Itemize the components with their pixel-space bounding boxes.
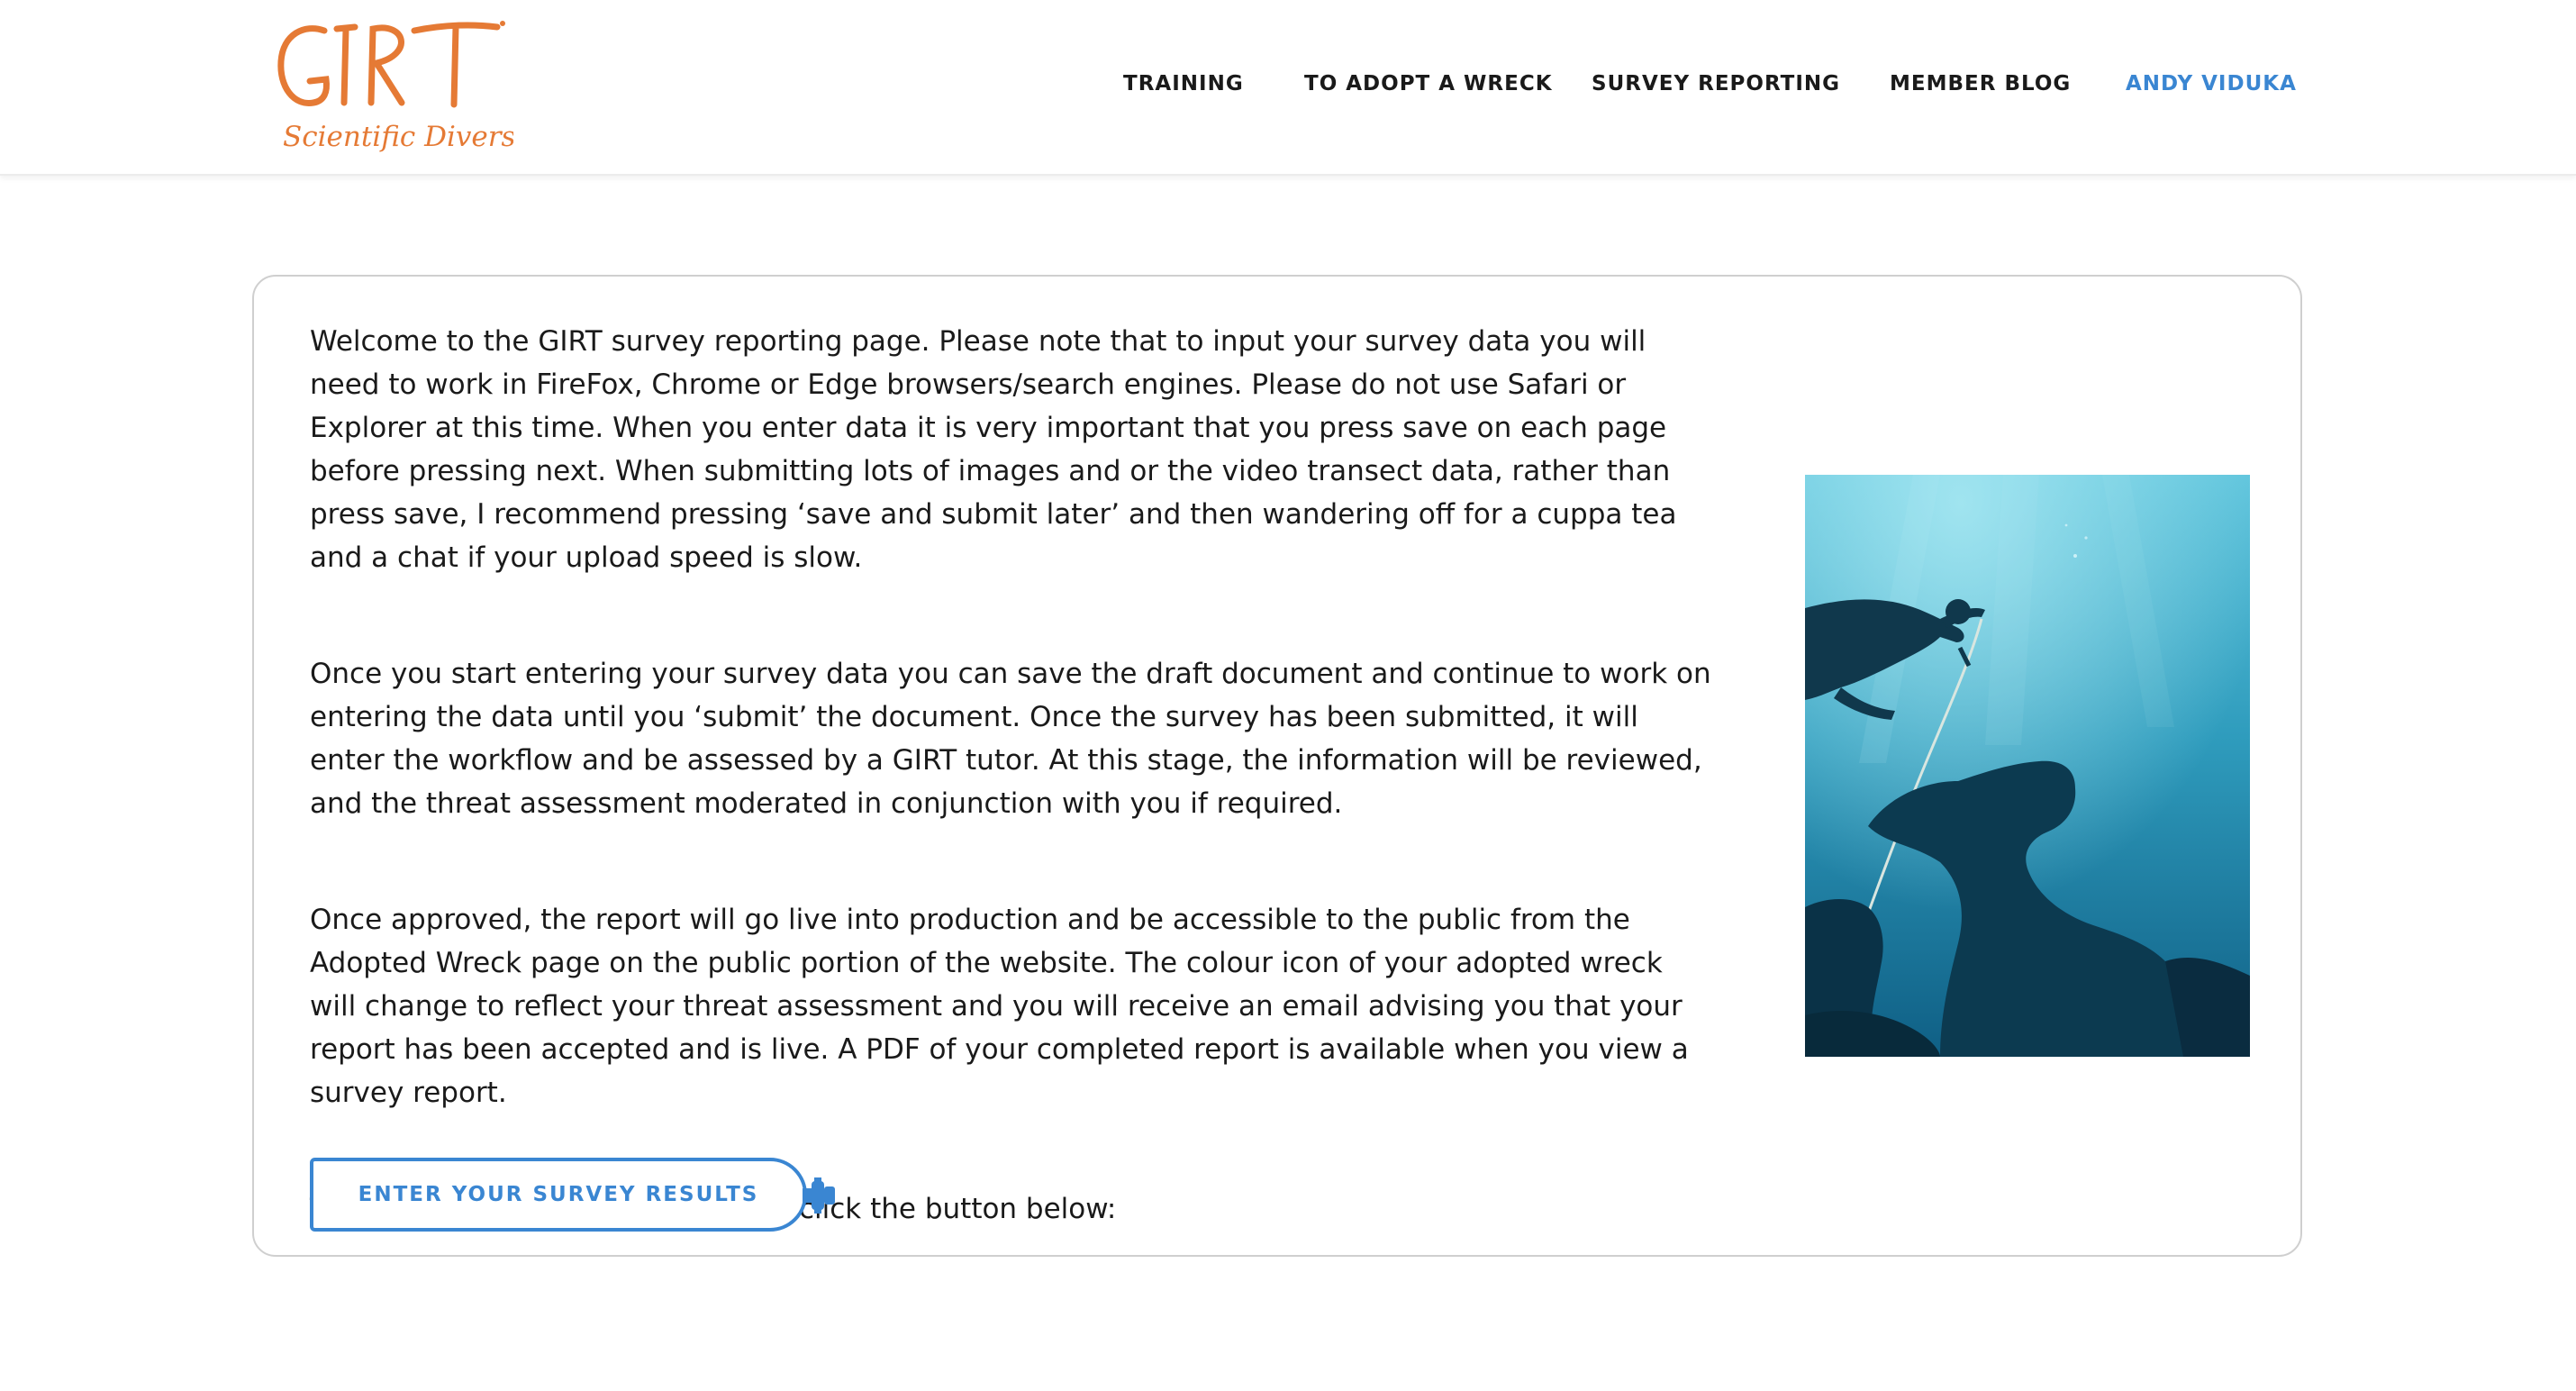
intro-paragraph-approval: Once approved, the report will go live i…: [310, 904, 1689, 1109]
enter-survey-results-button[interactable]: ENTER YOUR SURVEY RESULTS: [310, 1158, 807, 1232]
underwater-diver-image: [1805, 475, 2250, 1057]
tank-valve-icon: [803, 1177, 835, 1214]
site-header: Scientific Divers TRAINING TO ADOPT A WR…: [0, 0, 2576, 176]
nav-item-member-blog[interactable]: MEMBER BLOG: [1890, 70, 2071, 97]
cta-container: ENTER YOUR SURVEY RESULTS: [310, 1158, 850, 1235]
intro-text: Welcome to the GIRT survey reporting pag…: [310, 320, 1715, 1231]
nav-item-adopt-a-wreck[interactable]: TO ADOPT A WRECK: [1304, 70, 1553, 97]
logo-subtitle: Scientific Divers: [283, 121, 513, 153]
nav-item-user-account[interactable]: ANDY VIDUKA: [2126, 70, 2297, 97]
survey-info-card: Welcome to the GIRT survey reporting pag…: [252, 275, 2302, 1257]
intro-paragraph-browsers: Welcome to the GIRT survey reporting pag…: [310, 325, 1677, 574]
diver-wreck-photo: [1805, 475, 2250, 1057]
main-nav: TRAINING TO ADOPT A WRECK SURVEY REPORTI…: [0, 70, 2576, 97]
nav-item-training[interactable]: TRAINING: [1123, 70, 1244, 97]
nav-item-survey-reporting[interactable]: SURVEY REPORTING: [1592, 70, 1840, 97]
intro-paragraph-drafts: Once you start entering your survey data…: [310, 658, 1711, 820]
